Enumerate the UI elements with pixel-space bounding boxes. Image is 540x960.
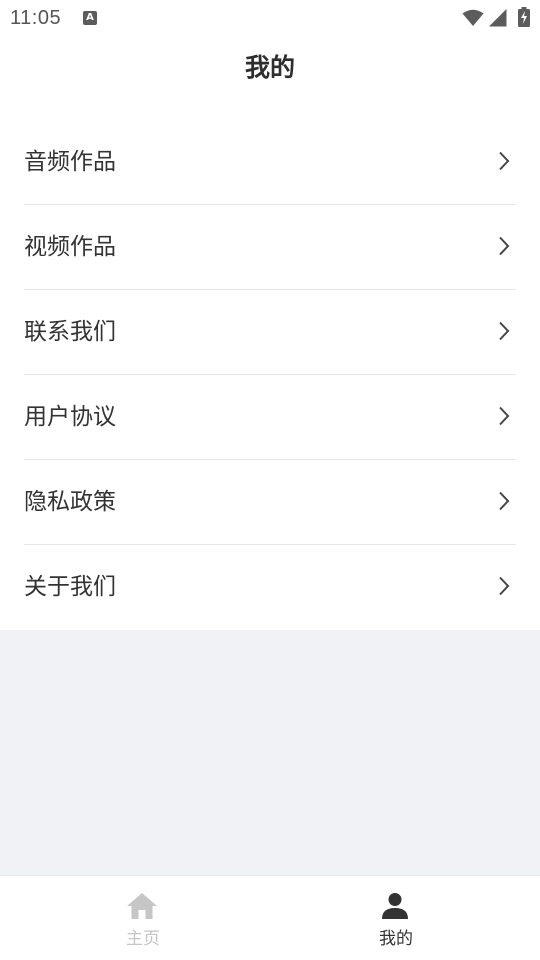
- bottom-tab-bar: 主页 我的: [0, 875, 540, 960]
- chevron-right-icon: [499, 321, 510, 341]
- person-icon: [382, 893, 408, 919]
- menu-item-contact-us[interactable]: 联系我们: [24, 290, 516, 375]
- menu-item-label: 视频作品: [24, 234, 116, 260]
- wifi-icon: [462, 9, 484, 26]
- menu-item-video-works[interactable]: 视频作品: [24, 205, 516, 290]
- menu-item-about-us[interactable]: 关于我们: [24, 545, 516, 630]
- tab-home[interactable]: 主页: [8, 876, 278, 960]
- tab-mine[interactable]: 我的: [261, 876, 531, 960]
- tab-label: 主页: [126, 929, 160, 949]
- chevron-right-icon: [499, 151, 510, 171]
- settings-menu-list: 音频作品 视频作品 联系我们 用户协议 隐私政策 关于我们: [24, 120, 516, 630]
- a-notification-icon: A: [83, 11, 97, 25]
- home-icon: [127, 893, 157, 919]
- chevron-right-icon: [499, 406, 510, 426]
- menu-item-privacy-policy[interactable]: 隐私政策: [24, 460, 516, 545]
- status-time: 11:05: [10, 7, 62, 29]
- menu-item-label: 隐私政策: [24, 489, 116, 515]
- menu-item-label: 音频作品: [24, 149, 116, 175]
- chevron-right-icon: [499, 236, 510, 256]
- page-title: 我的: [244, 53, 295, 82]
- battery-charging-icon: [518, 7, 530, 27]
- menu-item-audio-works[interactable]: 音频作品: [24, 120, 516, 205]
- tab-label: 我的: [379, 929, 413, 949]
- signal-icon: [489, 9, 507, 27]
- menu-item-label: 用户协议: [24, 404, 116, 430]
- menu-item-label: 关于我们: [24, 574, 116, 600]
- menu-item-label: 联系我们: [24, 319, 116, 345]
- chevron-right-icon: [499, 576, 510, 596]
- status-bar: 11:05 A: [0, 0, 540, 36]
- menu-item-user-agreement[interactable]: 用户协议: [24, 375, 516, 460]
- chevron-right-icon: [499, 491, 510, 511]
